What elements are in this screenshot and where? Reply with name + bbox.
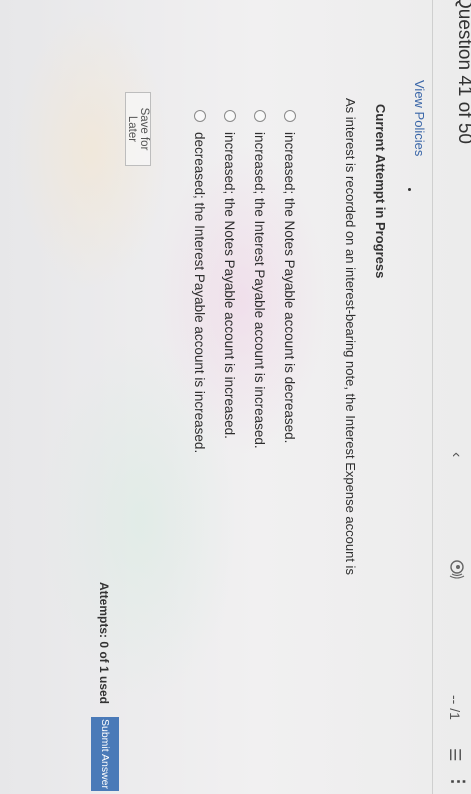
more-options-icon[interactable]: ⋮ [448, 773, 468, 789]
read-aloud-icon[interactable] [446, 558, 468, 580]
answer-options: increased; the Notes Payable account is … [185, 110, 305, 470]
radio-button[interactable] [284, 110, 296, 122]
answer-option[interactable]: increased; the Notes Payable account is … [215, 110, 245, 470]
answer-option[interactable]: increased; the Interest Payable account … [245, 110, 275, 470]
answer-option-label: decreased; the Interest Payable account … [192, 132, 208, 454]
answer-option-label: increased; the Notes Payable account is … [282, 132, 298, 444]
question-text: As interest is recorded on an interest-b… [343, 98, 358, 575]
radio-button[interactable] [254, 110, 266, 122]
save-for-later-button[interactable]: Save for Later [125, 92, 151, 166]
chevron-left-icon[interactable]: ‹ [447, 452, 465, 466]
answer-option-label: increased; the Notes Payable account is … [222, 132, 238, 439]
view-policies-link[interactable]: View Policies [412, 80, 427, 156]
screen: Question 41 of 50 ‹ -- /1 ☰ ⋮ View Polic… [0, 0, 471, 794]
answer-option[interactable]: increased; the Notes Payable account is … [275, 110, 305, 470]
submit-answer-button[interactable]: Submit Answer [91, 717, 119, 791]
menu-icon[interactable]: ☰ [446, 748, 464, 761]
cursor-dot [408, 188, 411, 191]
answer-option-label: increased; the Interest Payable account … [252, 132, 268, 449]
attempts-counter: Attempts: 0 of 1 used [97, 582, 111, 705]
answer-option[interactable]: decreased; the Interest Payable account … [185, 110, 215, 470]
attempt-heading: Current Attempt in Progress [373, 104, 388, 279]
score: -- /1 [447, 695, 463, 720]
question-counter: Question 41 of 50 [454, 0, 471, 144]
top-bar: Question 41 of 50 ‹ -- /1 ☰ ⋮ [432, 0, 471, 794]
radio-button[interactable] [194, 110, 206, 122]
radio-button[interactable] [224, 110, 236, 122]
